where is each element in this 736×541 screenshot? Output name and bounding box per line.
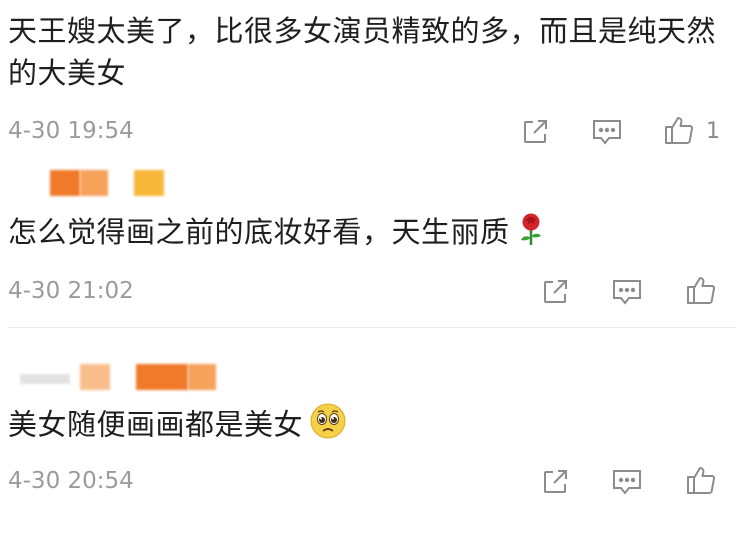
comment-divider [8,327,736,328]
comment-body: 怎么觉得画之前的底妆好看，天生丽质 [8,215,510,249]
reply-button[interactable] [610,465,644,499]
reply-button[interactable] [590,115,624,149]
pleading-face-emoji [309,402,347,451]
comment-text: 美女随便画画都是美女 [8,402,716,451]
comment-timestamp: 4-30 19:54 [8,118,134,144]
reply-button[interactable] [610,275,644,309]
comment-icon [613,470,641,495]
like-button[interactable] [684,273,718,307]
comment-timestamp: 4-30 21:02 [8,278,134,304]
like-count: 1 [706,119,720,144]
username-redacted [50,170,170,196]
thumbs-up-icon [665,117,694,144]
share-icon [544,470,567,493]
comment-text: 怎么觉得画之前的底妆好看，天生丽质 [8,211,716,257]
like-button[interactable] [662,113,696,147]
share-button[interactable] [518,115,552,149]
share-button[interactable] [538,275,572,309]
share-button[interactable] [538,465,572,499]
thumbs-up-icon [687,277,716,304]
like-button[interactable] [684,463,718,497]
thumbs-up-icon [687,467,716,494]
comment-body: 美女随便画画都是美女 [8,407,304,442]
username-redacted [20,364,220,390]
share-icon [524,120,547,143]
comment-icon [613,280,641,305]
comment-text: 天王嫂太美了，比很多女演员精致的多，而且是纯天然的大美女 [8,14,717,90]
share-icon [544,280,567,303]
comment-timestamp: 4-30 20:54 [8,468,134,494]
comment-icon [593,120,621,145]
rose-emoji [516,212,546,257]
comment-list: 天王嫂太美了，比很多女演员精致的多，而且是纯天然的大美女 4-30 19:54 [0,0,736,541]
